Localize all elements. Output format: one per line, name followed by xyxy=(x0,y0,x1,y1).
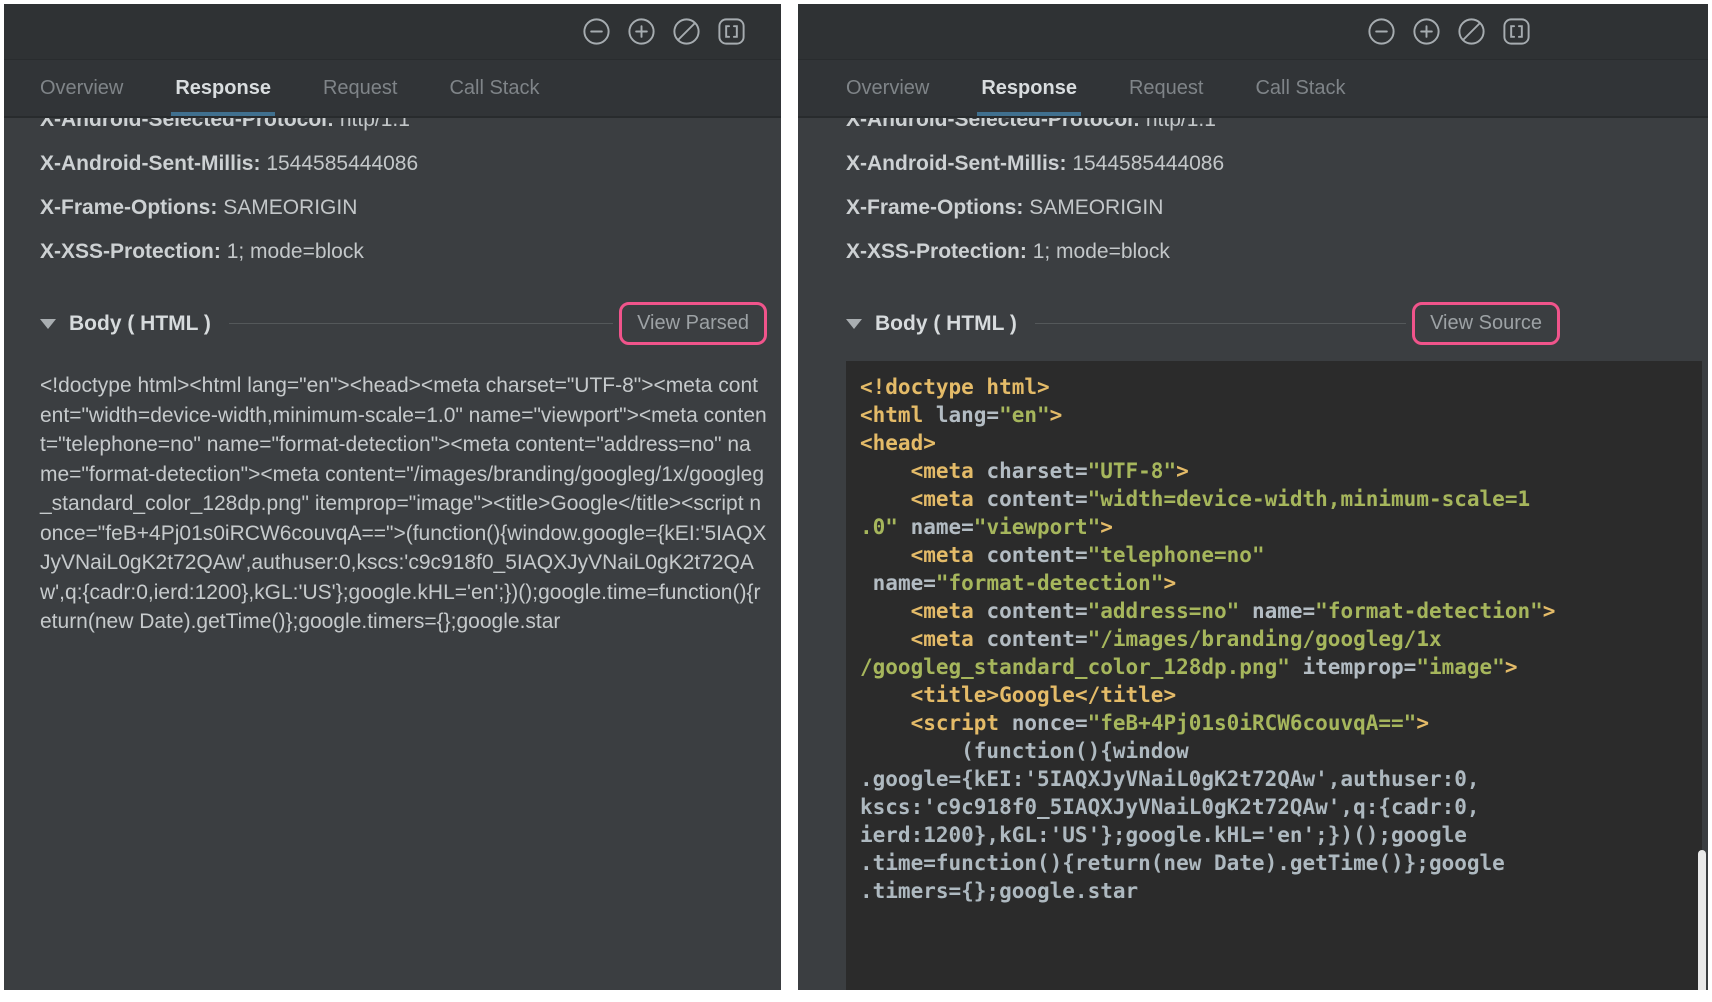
tab-bar: Overview Response Request Call Stack xyxy=(798,60,1708,118)
header-value: 1; mode=block xyxy=(227,240,364,263)
network-response-panel-parsed: Overview Response Request Call Stack X-Andr… xyxy=(4,4,781,990)
response-header-row: X-Frame-Options: SAMEORIGIN xyxy=(40,186,767,230)
zoom-to-fit-icon[interactable] xyxy=(716,16,747,47)
screenshot-pair: Overview Response Request Call Stack X-Andr… xyxy=(0,0,1712,994)
header-name: X-Android-Selected-Protocol: xyxy=(846,118,1146,131)
header-name: X-XSS-Protection: xyxy=(846,240,1033,263)
response-headers-list: X-Android-Selected-Protocol: http/1.1X-A… xyxy=(846,118,1702,274)
response-header-row: X-Android-Sent-Millis: 1544585444086 xyxy=(40,142,767,186)
zoom-out-icon[interactable] xyxy=(581,16,612,47)
header-value: http/1.1 xyxy=(340,118,410,131)
view-source-button[interactable]: View Source xyxy=(1412,302,1560,345)
source-code-line: <script nonce="feB+4Pj01s0iRCW6couvqA=="… xyxy=(860,709,1702,737)
source-code-line: kscs:'c9c918f0_5IAQXJyVNaiL0gK2t72QAw',q… xyxy=(860,793,1702,821)
tab-overview[interactable]: Overview xyxy=(846,60,929,116)
source-code-line: <html lang="en"> xyxy=(860,401,1702,429)
source-code-line: .google={kEI:'5IAQXJyVNaiL0gK2t72QAw',au… xyxy=(860,765,1702,793)
source-code-line: <meta content="/images/branding/googleg/… xyxy=(860,625,1702,653)
toolbar-icons xyxy=(581,16,747,47)
source-code-line: <meta content="address=no" name="format-… xyxy=(860,597,1702,625)
header-value: http/1.1 xyxy=(1146,118,1216,131)
zoom-to-fit-icon[interactable] xyxy=(1501,16,1532,47)
header-name: X-Android-Selected-Protocol: xyxy=(40,118,340,131)
source-code-line: <head> xyxy=(860,429,1702,457)
source-code-line: <title>Google</title> xyxy=(860,681,1702,709)
source-code-line: .timers={};google.star xyxy=(860,877,1702,905)
body-section-header: Body ( HTML ) View Source xyxy=(846,302,1560,345)
response-header-row: X-Android-Selected-Protocol: http/1.1 xyxy=(40,118,767,142)
scrollbar-thumb[interactable] xyxy=(1698,850,1706,990)
response-body-parsed-text: <!doctype html><html lang="en"><head><me… xyxy=(40,371,767,637)
response-headers-list: X-Android-Selected-Protocol: http/1.1X-A… xyxy=(40,118,767,274)
header-value: 1544585444086 xyxy=(1072,152,1224,175)
disclosure-triangle-icon[interactable] xyxy=(846,319,862,329)
source-code-line: ierd:1200},kGL:'US'};google.kHL='en';})(… xyxy=(860,821,1702,849)
header-value: 1544585444086 xyxy=(266,152,418,175)
disclosure-triangle-icon[interactable] xyxy=(40,319,56,329)
body-section-title: Body ( HTML ) xyxy=(875,312,1017,336)
header-value: SAMEORIGIN xyxy=(1029,196,1163,219)
header-name: X-Frame-Options: xyxy=(846,196,1029,219)
response-header-row: X-Android-Sent-Millis: 1544585444086 xyxy=(846,142,1702,186)
tab-request[interactable]: Request xyxy=(1129,60,1204,116)
zoom-in-icon[interactable] xyxy=(1411,16,1442,47)
source-code-line: <meta charset="UTF-8"> xyxy=(860,457,1702,485)
header-name: X-Android-Sent-Millis: xyxy=(846,152,1072,175)
body-section-title: Body ( HTML ) xyxy=(69,312,211,336)
source-code-line: /googleg_standard_color_128dp.png" itemp… xyxy=(860,653,1702,681)
header-value: SAMEORIGIN xyxy=(223,196,357,219)
source-code-line: <meta content="telephone=no" xyxy=(860,541,1702,569)
response-header-row: X-Android-Selected-Protocol: http/1.1 xyxy=(846,118,1702,142)
source-code: <!doctype html><html lang="en"><head> <m… xyxy=(860,373,1702,905)
response-header-row: X-XSS-Protection: 1; mode=block xyxy=(846,230,1702,274)
tab-response[interactable]: Response xyxy=(175,60,271,116)
reset-zoom-icon[interactable] xyxy=(1456,16,1487,47)
header-name: X-Android-Sent-Millis: xyxy=(40,152,266,175)
source-code-line: .time=function(){return(new Date).getTim… xyxy=(860,849,1702,877)
zoom-in-icon[interactable] xyxy=(626,16,657,47)
tab-request[interactable]: Request xyxy=(323,60,398,116)
header-name: X-XSS-Protection: xyxy=(40,240,227,263)
tab-call-stack[interactable]: Call Stack xyxy=(449,60,539,116)
toolbar-icons xyxy=(1366,16,1532,47)
zoom-out-icon[interactable] xyxy=(1366,16,1397,47)
response-body-source-view: <!doctype html><html lang="en"><head> <m… xyxy=(846,361,1702,990)
zoom-toolbar xyxy=(4,4,781,60)
section-divider xyxy=(1035,323,1406,324)
body-section-header: Body ( HTML ) View Parsed xyxy=(40,302,767,345)
source-code-line: name="format-detection"> xyxy=(860,569,1702,597)
view-parsed-button[interactable]: View Parsed xyxy=(619,302,767,345)
response-header-row: X-Frame-Options: SAMEORIGIN xyxy=(846,186,1702,230)
tab-call-stack[interactable]: Call Stack xyxy=(1255,60,1345,116)
header-name: X-Frame-Options: xyxy=(40,196,223,219)
response-content: X-Android-Selected-Protocol: http/1.1X-A… xyxy=(4,118,781,990)
reset-zoom-icon[interactable] xyxy=(671,16,702,47)
response-content: X-Android-Selected-Protocol: http/1.1X-A… xyxy=(798,118,1708,990)
tab-bar: Overview Response Request Call Stack xyxy=(4,60,781,118)
source-code-line: (function(){window xyxy=(860,737,1702,765)
source-code-line: <!doctype html> xyxy=(860,373,1702,401)
tab-response[interactable]: Response xyxy=(981,60,1077,116)
section-divider xyxy=(229,323,613,324)
tab-overview[interactable]: Overview xyxy=(40,60,123,116)
header-value: 1; mode=block xyxy=(1033,240,1170,263)
network-response-panel-source: Overview Response Request Call Stack X-Andr… xyxy=(798,4,1708,990)
source-code-line: <meta content="width=device-width,minimu… xyxy=(860,485,1702,513)
source-code-line: .0" name="viewport"> xyxy=(860,513,1702,541)
response-header-row: X-XSS-Protection: 1; mode=block xyxy=(40,230,767,274)
zoom-toolbar xyxy=(798,4,1708,60)
